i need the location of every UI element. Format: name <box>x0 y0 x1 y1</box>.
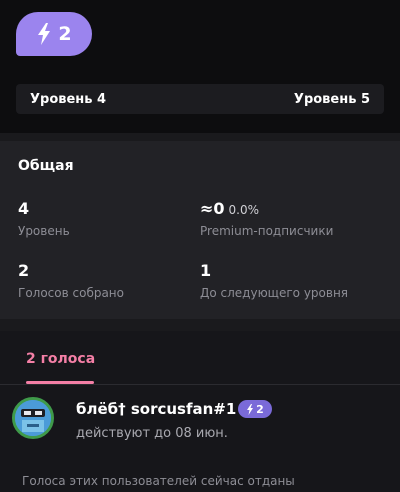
tab-votes[interactable]: 2 голоса <box>26 351 95 367</box>
stat-remaining-label: До следующего уровня <box>200 286 349 300</box>
booster-list-item[interactable]: блёб† sorcusfan#1 2 действуют до 08 июн. <box>12 394 392 446</box>
booster-boost-badge: 2 <box>238 400 272 418</box>
next-level-label: Уровень 5 <box>293 91 370 107</box>
stat-premium-label: Premium-подписчики <box>200 224 334 238</box>
stat-premium-value: ≈0 <box>200 199 225 218</box>
lightning-icon <box>38 23 51 45</box>
stat-remaining: 1 До следующего уровня <box>200 261 348 300</box>
stats-card: Общая 4 Уровень ≈0 0.0% Premium-подписчик… <box>0 141 400 319</box>
section-footnote: Голоса этих пользователей сейчас отданы <box>22 474 295 488</box>
boosters-section: 2 голоса блёб† sorcusfan#1 2 действуют д… <box>0 331 400 492</box>
divider <box>0 384 400 385</box>
boost-header: 2 Уровень 4 Уровень 5 <box>0 0 400 133</box>
level-progress-bar: Уровень 4 Уровень 5 <box>16 84 384 114</box>
lightning-icon <box>247 403 254 415</box>
stat-level-label: Уровень <box>18 224 70 238</box>
stat-remaining-value: 1 <box>200 261 212 280</box>
stat-votes-value: 2 <box>18 261 30 280</box>
stat-votes-label: Голосов собрано <box>18 286 124 300</box>
stat-premium: ≈0 0.0% Premium-подписчики <box>200 199 333 238</box>
avatar <box>12 397 54 439</box>
stat-level: 4 Уровень <box>18 199 70 238</box>
booster-expiry: действуют до 08 июн. <box>76 426 228 441</box>
booster-boost-count: 2 <box>256 402 264 416</box>
boost-badge: 2 <box>16 12 92 56</box>
boost-count: 2 <box>58 23 72 45</box>
avatar-image <box>15 400 51 436</box>
stat-votes: 2 Голосов собрано <box>18 261 124 300</box>
stat-level-value: 4 <box>18 199 30 218</box>
stat-premium-value-row: ≈0 0.0% <box>200 199 333 218</box>
stats-title: Общая <box>18 158 74 174</box>
booster-name: блёб† sorcusfan#1 <box>76 400 237 418</box>
stat-premium-percent: 0.0% <box>228 203 260 217</box>
current-level-label: Уровень 4 <box>30 91 107 107</box>
